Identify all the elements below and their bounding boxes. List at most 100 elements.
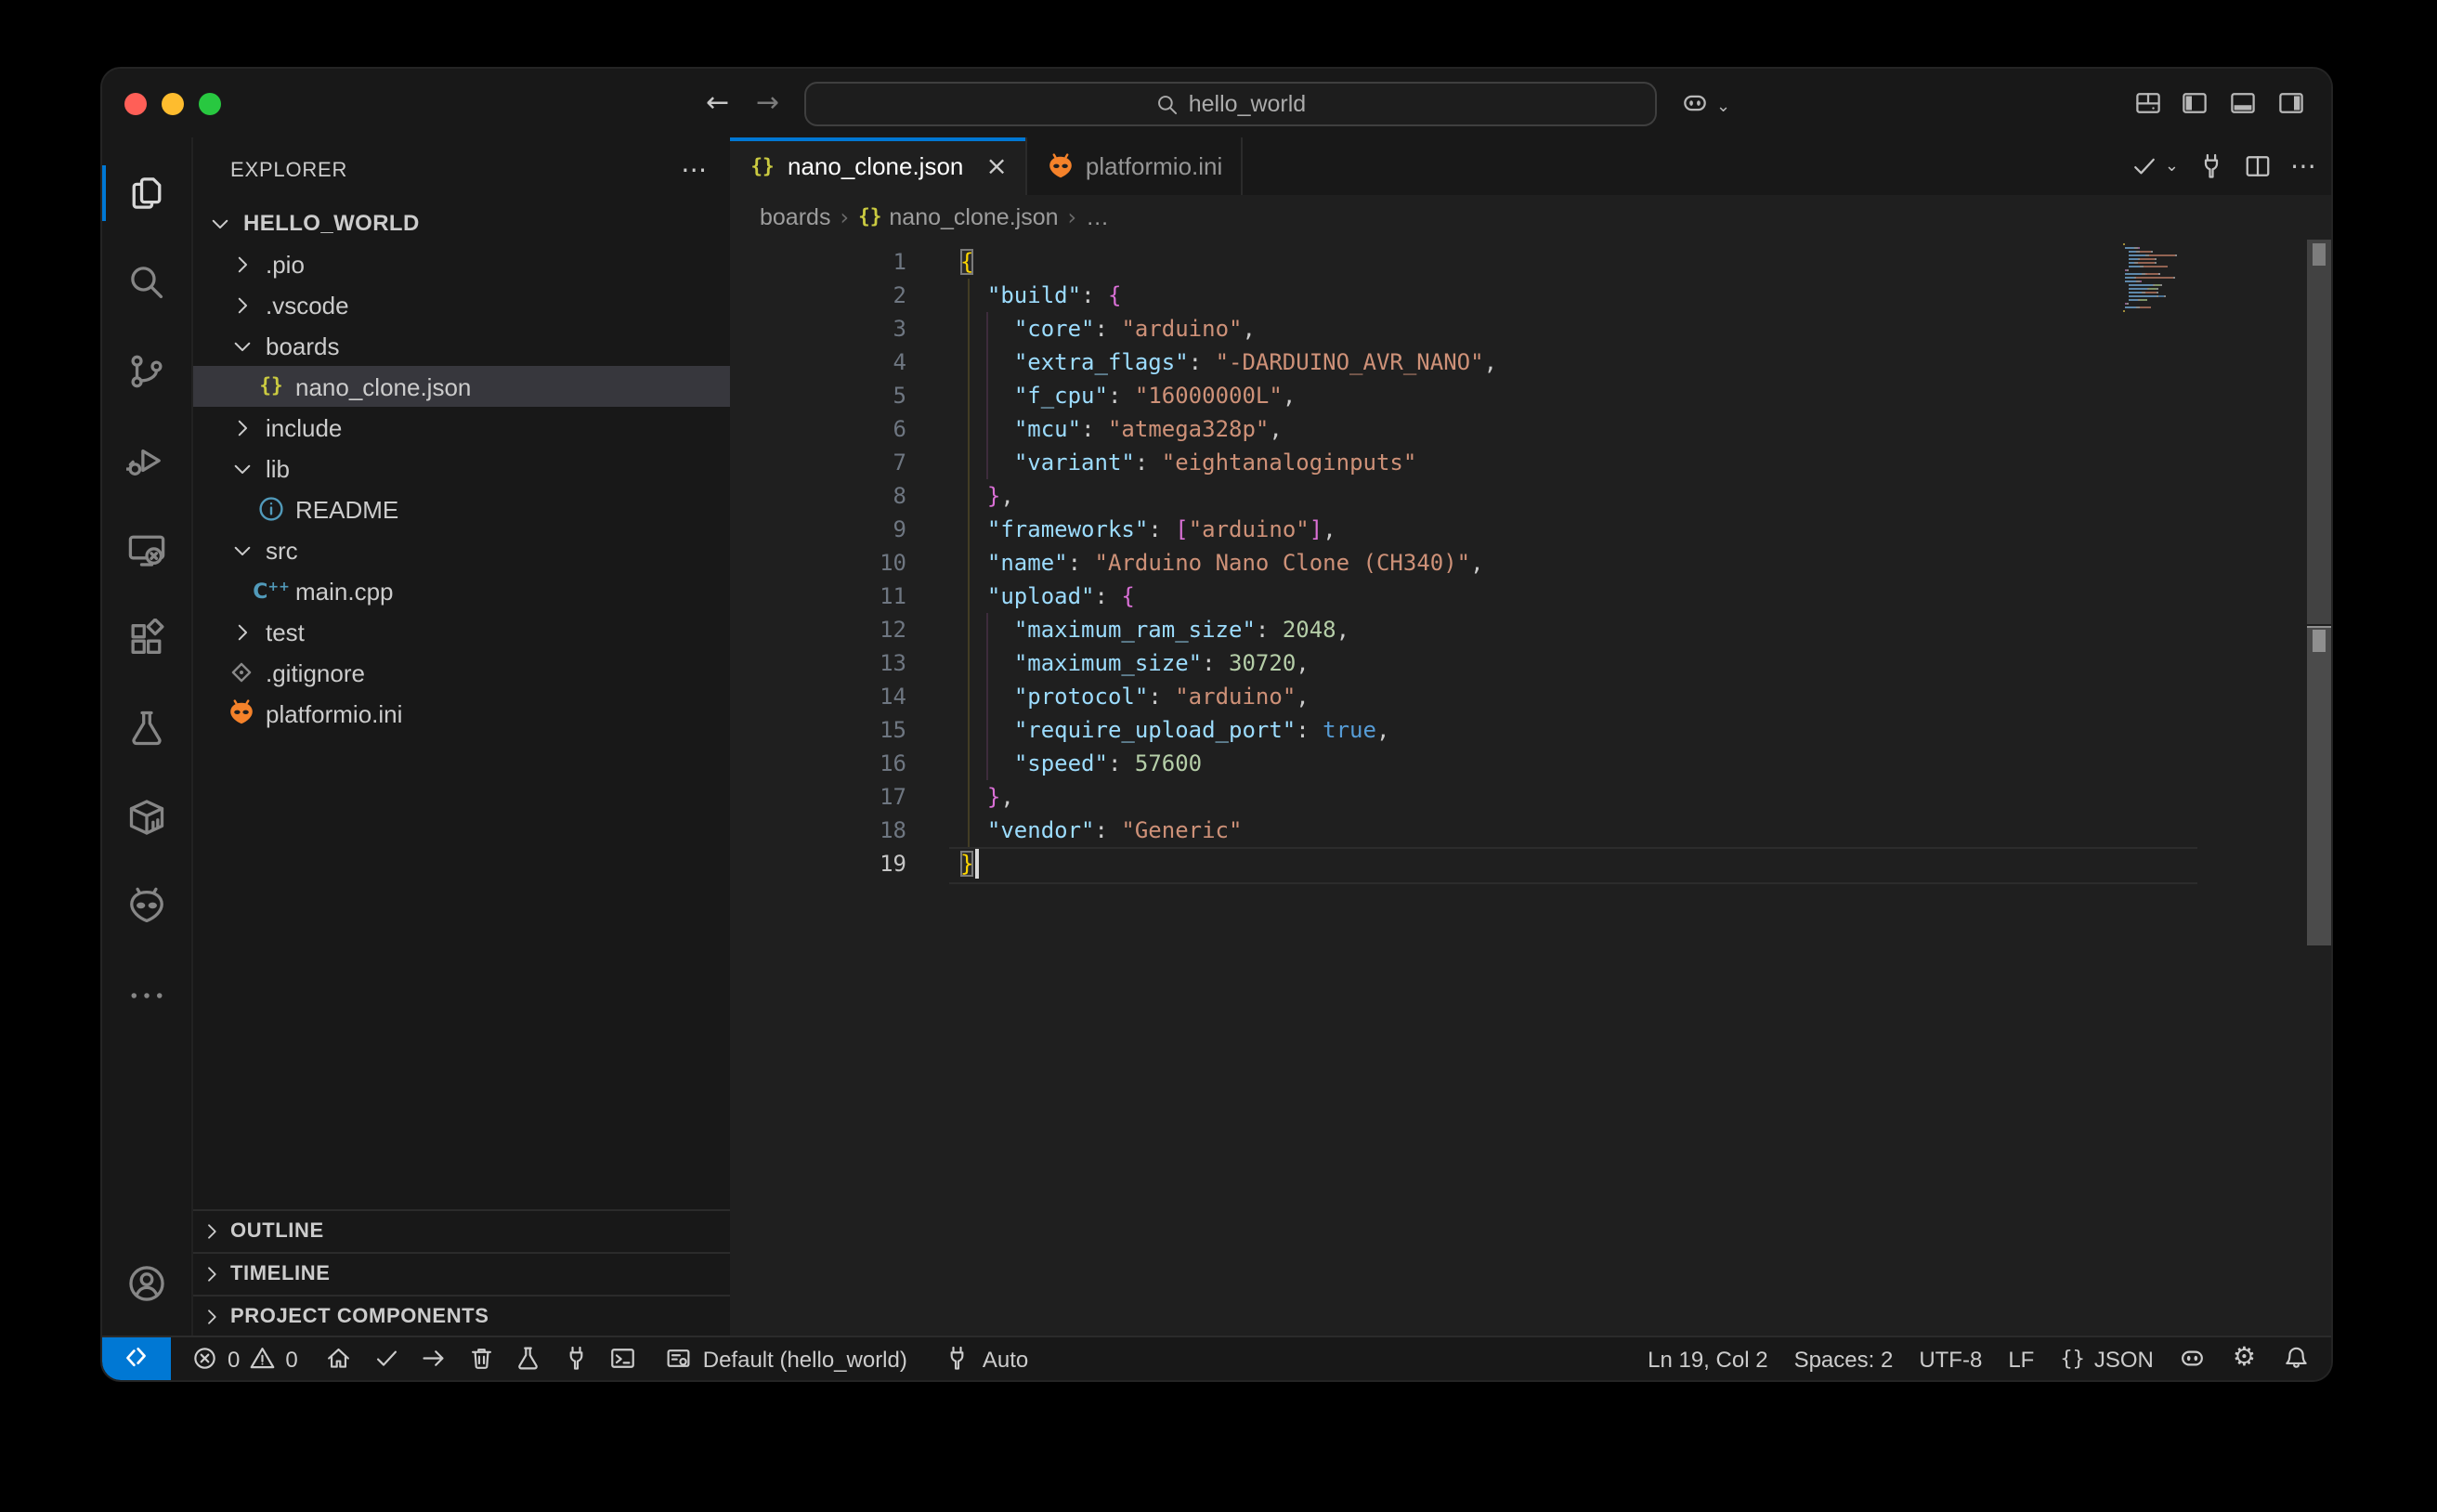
tree-item-include[interactable]: include [193, 407, 730, 448]
sidebar-section-timeline[interactable]: TIMELINE [193, 1252, 730, 1295]
toggle-secondary-sidebar-button[interactable] [2270, 82, 2311, 123]
tree-item-hello-world[interactable]: HELLO_WORLD [193, 202, 730, 243]
code-line-11[interactable]: 11 "upload": { [730, 580, 2331, 613]
minimize-window-button[interactable] [162, 92, 184, 114]
code-line-10[interactable]: 10 "name": "Arduino Nano Clone (CH340)", [730, 546, 2331, 580]
tree-item-test[interactable]: test [193, 611, 730, 652]
activity-bar-item-extensions[interactable] [102, 602, 191, 676]
encoding-status[interactable]: UTF-8 [1919, 1346, 1982, 1372]
close-window-button[interactable] [124, 92, 147, 114]
scrollbar-thumb[interactable] [2313, 243, 2326, 266]
copilot-status-icon[interactable] [2180, 1346, 2207, 1373]
eol-status[interactable]: LF [2008, 1346, 2034, 1372]
code-line-1[interactable]: 1{ [730, 245, 2331, 279]
code-line-19[interactable]: 19} [730, 847, 2331, 880]
activity-bar-item-search[interactable] [102, 245, 191, 319]
code-line-7[interactable]: 7 "variant": "eightanaloginputs" [730, 446, 2331, 479]
code-line-2[interactable]: 2 "build": { [730, 279, 2331, 312]
token: : [1189, 349, 1216, 375]
breadcrumb-boards[interactable]: boards [760, 204, 830, 230]
code-editor[interactable]: 1{2 "build": {3 "core": "arduino",4 "ext… [730, 240, 2331, 1337]
cursor-position-status[interactable]: Ln 19, Col 2 [1648, 1346, 1767, 1372]
tree-item-readme[interactable]: README [193, 489, 730, 529]
pio-upload-button[interactable] [417, 1346, 451, 1373]
more-actions-icon[interactable]: ⋯ [681, 155, 708, 185]
tree-item-nano-clone-json[interactable]: {}nano_clone.json [193, 366, 730, 407]
code-line-5[interactable]: 5 "f_cpu": "16000000L", [730, 379, 2331, 412]
zoom-window-button[interactable] [199, 92, 221, 114]
pio-terminal-button[interactable] [606, 1346, 641, 1373]
breadcrumb-nano-clone-json[interactable]: {}nano_clone.json [858, 204, 1058, 230]
gear-check-icon[interactable]: ⚙ [2233, 1347, 2256, 1371]
activity-bar-item-more[interactable] [102, 958, 191, 1033]
close-tab-icon[interactable]: × [985, 153, 1007, 179]
sidebar-section-project-components[interactable]: PROJECT COMPONENTS [193, 1295, 730, 1337]
code-line-6[interactable]: 6 "mcu": "atmega328p", [730, 412, 2331, 446]
pio-home-button[interactable] [322, 1346, 357, 1373]
code-line-18[interactable]: 18 "vendor": "Generic" [730, 814, 2331, 847]
toggle-panel-button[interactable] [2222, 82, 2262, 123]
tab-nano-clone-json[interactable]: {}nano_clone.json× [730, 137, 1028, 195]
scrollbar-track[interactable] [2307, 240, 2331, 624]
more-actions-icon[interactable]: ⋯ [2290, 151, 2316, 181]
tree-item-label: platformio.ini [266, 699, 402, 727]
code-line-16[interactable]: 16 "speed": 57600 [730, 747, 2331, 780]
tree-item-label: .vscode [266, 291, 349, 319]
tree-item-boards[interactable]: boards [193, 325, 730, 366]
scrollbar-thumb[interactable] [2313, 630, 2326, 652]
activity-bar-item-account[interactable] [102, 1246, 191, 1321]
navigate-forward-icon[interactable]: → [756, 84, 779, 121]
copilot-button[interactable] [1674, 82, 1714, 123]
run-chevron-icon[interactable]: ⌄ [2165, 157, 2179, 176]
code-line-12[interactable]: 12 "maximum_ram_size": 2048, [730, 613, 2331, 646]
indentation-status[interactable]: Spaces: 2 [1794, 1346, 1894, 1372]
sidebar-section-outline[interactable]: OUTLINE [193, 1209, 730, 1252]
language-mode-status[interactable]: {} JSON [2060, 1346, 2154, 1372]
tree-item-lib[interactable]: lib [193, 448, 730, 489]
tree-item--vscode[interactable]: .vscode [193, 284, 730, 325]
code-line-13[interactable]: 13 "maximum_size": 30720, [730, 646, 2331, 680]
activity-bar-item-source-control[interactable] [102, 334, 191, 409]
code-line-4[interactable]: 4 "extra_flags": "-DARDUINO_AVR_NANO", [730, 345, 2331, 379]
plug-icon[interactable] [2197, 152, 2225, 180]
bell-icon[interactable] [2282, 1346, 2309, 1373]
navigate-back-icon[interactable]: ← [706, 84, 729, 121]
tree-item--pio[interactable]: .pio [193, 243, 730, 284]
token: : [1148, 516, 1175, 542]
customize-layout-button[interactable] [2127, 82, 2168, 123]
pio-env-selector[interactable]: Default (hello_world) [656, 1337, 917, 1380]
token: true [1323, 717, 1376, 743]
pio-serial-monitor-button[interactable] [559, 1346, 593, 1373]
pio-clean-button[interactable] [464, 1346, 499, 1373]
copilot-chevron-icon[interactable]: ⌄ [1716, 89, 1730, 126]
tree-item--gitignore[interactable]: .gitignore [193, 652, 730, 693]
command-center-search[interactable]: hello_world [804, 82, 1657, 126]
run-check-button[interactable] [2131, 152, 2159, 180]
code-line-14[interactable]: 14 "protocol": "arduino", [730, 680, 2331, 713]
tree-item-main-cpp[interactable]: C++main.cpp [193, 570, 730, 611]
tab-platformio-ini[interactable]: platformio.ini [1028, 137, 1243, 195]
activity-bar-item-run-debug[interactable] [102, 424, 191, 498]
breadcrumb-more[interactable]: … [1086, 204, 1109, 230]
code-line-3[interactable]: 3 "core": "arduino", [730, 312, 2331, 345]
toggle-primary-sidebar-button[interactable] [2173, 82, 2214, 123]
tree-item-src[interactable]: src [193, 529, 730, 570]
code-line-8[interactable]: 8 }, [730, 479, 2331, 513]
line-number: 7 [730, 446, 906, 479]
problems-status[interactable]: 0 0 [182, 1337, 307, 1380]
activity-bar-item-containers[interactable] [102, 780, 191, 854]
code-line-17[interactable]: 17 }, [730, 780, 2331, 814]
pio-build-button[interactable] [370, 1346, 404, 1373]
pio-test-button[interactable] [512, 1346, 546, 1373]
code-line-9[interactable]: 9 "frameworks": ["arduino"], [730, 513, 2331, 546]
activity-bar-item-explorer[interactable] [102, 156, 191, 230]
scrollbar-track-lower[interactable] [2307, 626, 2331, 945]
activity-bar-item-platformio[interactable] [102, 869, 191, 944]
activity-bar-item-testing[interactable] [102, 691, 191, 765]
split-editor-button[interactable] [2244, 152, 2272, 180]
code-line-15[interactable]: 15 "require_upload_port": true, [730, 713, 2331, 747]
remote-indicator[interactable] [102, 1337, 171, 1380]
serial-port-selector[interactable]: Auto [935, 1337, 1037, 1380]
tree-item-platformio-ini[interactable]: platformio.ini [193, 693, 730, 734]
activity-bar-item-remote-explorer[interactable] [102, 513, 191, 587]
